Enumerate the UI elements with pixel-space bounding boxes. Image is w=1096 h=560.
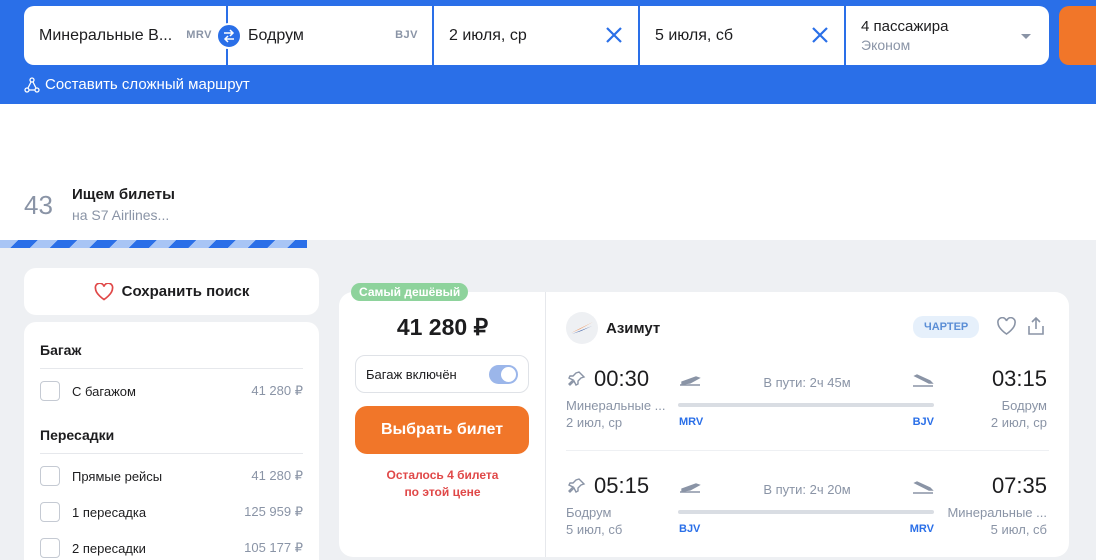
airline-name: Азимут <box>606 320 661 337</box>
baggage-included-toggle[interactable]: Багаж включён <box>355 355 529 393</box>
search-countdown: 43 <box>24 190 53 220</box>
heart-icon <box>94 282 114 301</box>
complex-route-label: Составить сложный маршрут <box>45 76 250 93</box>
filter-option-direct[interactable]: Прямые рейсы 41 280 ₽ <box>40 465 303 487</box>
swap-cities-button[interactable] <box>216 23 242 49</box>
search-progress-fill <box>0 240 307 248</box>
arrival-city: Бодрум <box>1001 398 1047 413</box>
filter-option-label: Прямые рейсы <box>72 468 163 484</box>
clear-return-date-icon[interactable] <box>810 25 830 45</box>
return-date: 5 июля, сб <box>655 26 733 44</box>
destination-field[interactable]: Бодрум BJV <box>228 6 434 65</box>
divider <box>40 368 303 369</box>
route-icon <box>24 76 40 93</box>
departure-city: Бодрум <box>566 505 612 520</box>
chevron-down-icon <box>1021 34 1031 39</box>
seats-left-line2: по этой цене <box>404 485 481 499</box>
filter-option-price: 105 177 ₽ <box>244 540 303 555</box>
departure-time: 05:15 <box>594 473 650 498</box>
return-date-field[interactable]: 5 июля, сб <box>640 6 846 65</box>
origin-field[interactable]: Минеральные В... MRV <box>24 6 228 65</box>
ticket-price: 41 280 ₽ <box>396 314 489 340</box>
search-form: Минеральные В... MRV Бодрум BJV 2 июля, … <box>24 6 1049 65</box>
arrival-date: 5 июл, сб <box>990 522 1047 537</box>
destination-code: BJV <box>395 29 418 41</box>
checkbox[interactable] <box>40 381 60 401</box>
takeoff-icon <box>680 376 701 386</box>
baggage-filter-title: Багаж <box>40 342 82 358</box>
flight-duration: В пути: 2ч 20м <box>763 482 851 497</box>
search-header: Минеральные В... MRV Бодрум BJV 2 июля, … <box>0 0 1096 104</box>
landing-icon <box>913 481 934 494</box>
seats-left-notice: Осталось 4 билета по этой цене <box>339 467 546 501</box>
charter-badge: ЧАРТЕР <box>913 316 980 338</box>
destination-city: Бодрум <box>248 26 304 44</box>
filter-option-label: 2 пересадки <box>72 540 146 556</box>
azimut-logo-icon <box>571 322 593 334</box>
save-search-button[interactable]: Сохранить поиск <box>24 268 319 315</box>
search-button[interactable] <box>1059 6 1096 65</box>
baggage-included-label: Багаж включён <box>366 366 457 382</box>
arrival-time: 07:35 <box>991 473 1047 498</box>
ticket-card[interactable]: 41 280 ₽ Багаж включён Выбрать билет Ост… <box>339 292 1069 557</box>
route-line <box>678 403 934 407</box>
departure-time: 00:30 <box>594 366 650 391</box>
departure-airport-code: MRV <box>679 416 704 428</box>
airline-logo <box>566 312 598 344</box>
origin-code: MRV <box>186 29 212 41</box>
transfers-filter-title: Пересадки <box>40 427 115 443</box>
filter-option-label: 1 пересадка <box>72 504 147 520</box>
swap-icon <box>223 29 235 43</box>
segment-divider <box>566 450 1049 451</box>
checkbox[interactable] <box>40 466 60 486</box>
ticket-price-panel: 41 280 ₽ Багаж включён Выбрать билет Ост… <box>339 292 546 557</box>
filter-option-2-transfers[interactable]: 2 пересадки 105 177 ₽ <box>40 537 303 559</box>
seats-left-line1: Осталось 4 билета <box>386 468 499 482</box>
arrival-time: 03:15 <box>991 366 1047 391</box>
cheapest-badge: Самый дешёвый <box>351 283 469 301</box>
departure-date: 2 июл, ср <box>566 415 623 430</box>
pin-icon[interactable] <box>568 477 586 495</box>
passengers-count: 4 пассажира <box>861 18 949 35</box>
route-line <box>678 510 934 514</box>
filter-option-label: С багажом <box>72 383 136 399</box>
landing-icon <box>913 374 934 387</box>
filters-panel: Багаж С багажом 41 280 ₽ Пересадки Прямы… <box>24 322 319 560</box>
searching-panel: 43 Ищем билеты на S7 Airlines... <box>0 104 1096 248</box>
departure-city: Минеральные ... <box>566 398 666 413</box>
departure-date: 5 июл, сб <box>566 522 623 537</box>
pin-icon[interactable] <box>568 370 586 388</box>
filter-option-1-transfer[interactable]: 1 пересадка 125 959 ₽ <box>40 501 303 523</box>
filter-option-price: 41 280 ₽ <box>251 383 303 398</box>
arrival-airport-code: MRV <box>909 523 934 535</box>
checkbox[interactable] <box>40 538 60 558</box>
save-search-label: Сохранить поиск <box>121 283 250 300</box>
searching-subtitle: на S7 Airlines... <box>72 207 170 223</box>
share-icon[interactable] <box>1027 316 1045 336</box>
filter-option-price: 41 280 ₽ <box>251 468 303 483</box>
cabin-class: Эконом <box>861 37 911 53</box>
heart-icon[interactable] <box>996 317 1017 336</box>
takeoff-icon <box>680 483 701 493</box>
complex-route-link[interactable]: Составить сложный маршрут <box>24 76 250 93</box>
arrival-date: 2 июл, ср <box>990 415 1047 430</box>
passengers-field[interactable]: 4 пассажира Эконом <box>846 6 1049 65</box>
departure-airport-code: BJV <box>679 523 701 535</box>
clear-departure-date-icon[interactable] <box>604 25 624 45</box>
departure-date: 2 июля, ср <box>449 26 527 44</box>
search-progress-bar <box>0 240 1096 248</box>
origin-city: Минеральные В... <box>39 26 173 44</box>
arrival-city: Минеральные ... <box>947 505 1047 520</box>
searching-title: Ищем билеты <box>72 186 175 203</box>
filter-option-with-baggage[interactable]: С багажом 41 280 ₽ <box>40 380 303 402</box>
toggle-switch[interactable] <box>489 365 518 384</box>
arrival-airport-code: BJV <box>912 416 934 428</box>
flight-duration: В пути: 2ч 45м <box>763 375 851 390</box>
departure-date-field[interactable]: 2 июля, ср <box>434 6 640 65</box>
filter-option-price: 125 959 ₽ <box>244 504 303 519</box>
divider <box>40 453 303 454</box>
select-ticket-button[interactable]: Выбрать билет <box>355 406 529 454</box>
checkbox[interactable] <box>40 502 60 522</box>
